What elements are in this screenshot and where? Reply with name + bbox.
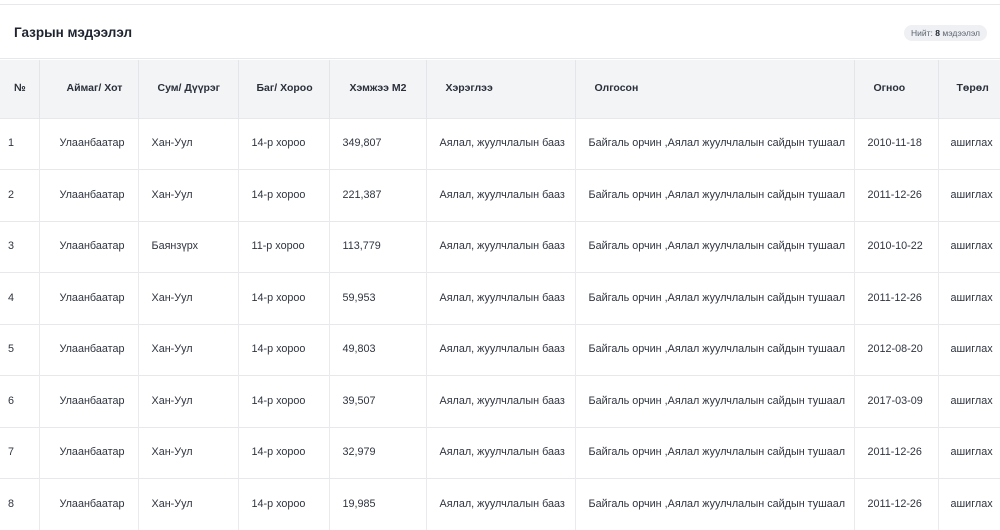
cell-province: Улаанбаатар: [39, 118, 138, 170]
cell-khoroo: 14-р хороо: [238, 376, 329, 428]
cell-khoroo: 14-р хороо: [238, 118, 329, 170]
record-count-badge: Нийт: 8 мэдээлэл: [904, 25, 987, 41]
cell-district: Хан-Уул: [138, 376, 238, 428]
cell-area: 113,779: [329, 221, 426, 273]
cell-granted-by: Байгаль орчин ,Аялал жуулчлалын сайдын т…: [575, 170, 854, 222]
cell-type: ашиглах: [938, 376, 1000, 428]
cell-area: 59,953: [329, 273, 426, 325]
column-header-number[interactable]: №: [0, 60, 39, 118]
cell-type: ашиглах: [938, 170, 1000, 222]
cell-usage: Аялал, жуулчлалын бааз: [426, 324, 575, 376]
cell-area: 32,979: [329, 427, 426, 479]
panel-header: Газрын мэдээлэл Нийт: 8 мэдээлэл: [0, 5, 1000, 59]
cell-khoroo: 14-р хороо: [238, 273, 329, 325]
cell-number: 5: [0, 324, 39, 376]
cell-usage: Аялал, жуулчлалын бааз: [426, 479, 575, 530]
table-row[interactable]: 4УлаанбаатарХан-Уул14-р хороо59,953Аялал…: [0, 273, 1000, 325]
cell-granted-by: Байгаль орчин ,Аялал жуулчлалын сайдын т…: [575, 376, 854, 428]
cell-date: 2011-12-26: [854, 479, 938, 530]
cell-number: 4: [0, 273, 39, 325]
cell-date: 2010-10-22: [854, 221, 938, 273]
cell-type: ашиглах: [938, 273, 1000, 325]
cell-district: Хан-Уул: [138, 427, 238, 479]
cell-number: 7: [0, 427, 39, 479]
cell-province: Улаанбаатар: [39, 273, 138, 325]
cell-province: Улаанбаатар: [39, 170, 138, 222]
cell-khoroo: 14-р хороо: [238, 479, 329, 530]
cell-number: 8: [0, 479, 39, 530]
cell-province: Улаанбаатар: [39, 376, 138, 428]
cell-type: ашиглах: [938, 479, 1000, 530]
cell-number: 1: [0, 118, 39, 170]
cell-granted-by: Байгаль орчин ,Аялал жуулчлалын сайдын т…: [575, 118, 854, 170]
cell-type: ашиглах: [938, 324, 1000, 376]
column-header-province[interactable]: Аймаг/ Хот: [39, 60, 138, 118]
cell-granted-by: Байгаль орчин ,Аялал жуулчлалын сайдын т…: [575, 273, 854, 325]
cell-khoroo: 11-р хороо: [238, 221, 329, 273]
cell-khoroo: 14-р хороо: [238, 427, 329, 479]
column-header-date[interactable]: Огноо: [854, 60, 938, 118]
cell-date: 2010-11-18: [854, 118, 938, 170]
cell-district: Хан-Уул: [138, 170, 238, 222]
cell-type: ашиглах: [938, 221, 1000, 273]
table-header-row: № Аймаг/ Хот Сум/ Дүүрэг Баг/ Хороо Хэмж…: [0, 60, 1000, 118]
cell-usage: Аялал, жуулчлалын бааз: [426, 221, 575, 273]
table-body: 1УлаанбаатарХан-Уул14-р хороо349,807Аяла…: [0, 118, 1000, 530]
column-header-khoroo[interactable]: Баг/ Хороо: [238, 60, 329, 118]
column-header-granted-by[interactable]: Олгосон: [575, 60, 854, 118]
cell-date: 2012-08-20: [854, 324, 938, 376]
cell-usage: Аялал, жуулчлалын бааз: [426, 170, 575, 222]
panel-title: Газрын мэдээлэл: [14, 25, 132, 40]
column-header-type[interactable]: Төрөл: [938, 60, 1000, 118]
table-row[interactable]: 5УлаанбаатарХан-Уул14-р хороо49,803Аялал…: [0, 324, 1000, 376]
cell-granted-by: Байгаль орчин ,Аялал жуулчлалын сайдын т…: [575, 427, 854, 479]
cell-province: Улаанбаатар: [39, 427, 138, 479]
cell-usage: Аялал, жуулчлалын бааз: [426, 118, 575, 170]
cell-usage: Аялал, жуулчлалын бааз: [426, 273, 575, 325]
cell-district: Хан-Уул: [138, 118, 238, 170]
table-row[interactable]: 7УлаанбаатарХан-Уул14-р хороо32,979Аялал…: [0, 427, 1000, 479]
cell-date: 2011-12-26: [854, 273, 938, 325]
column-header-area[interactable]: Хэмжээ М2: [329, 60, 426, 118]
cell-district: Хан-Уул: [138, 479, 238, 530]
cell-province: Улаанбаатар: [39, 324, 138, 376]
table-row[interactable]: 2УлаанбаатарХан-Уул14-р хороо221,387Аяла…: [0, 170, 1000, 222]
count-label: Нийт:: [911, 28, 933, 38]
table-row[interactable]: 8УлаанбаатарХан-Уул14-р хороо19,985Аялал…: [0, 479, 1000, 530]
cell-district: Хан-Уул: [138, 273, 238, 325]
cell-usage: Аялал, жуулчлалын бааз: [426, 376, 575, 428]
table-row[interactable]: 6УлаанбаатарХан-Уул14-р хороо39,507Аялал…: [0, 376, 1000, 428]
cell-area: 49,803: [329, 324, 426, 376]
land-info-panel: Газрын мэдээлэл Нийт: 8 мэдээлэл № Аймаг…: [0, 4, 1000, 525]
land-info-table: № Аймаг/ Хот Сум/ Дүүрэг Баг/ Хороо Хэмж…: [0, 60, 1000, 530]
table-row[interactable]: 3УлаанбаатарБаянзүрх11-р хороо113,779Аял…: [0, 221, 1000, 273]
column-header-usage[interactable]: Хэрэглээ: [426, 60, 575, 118]
cell-district: Баянзүрх: [138, 221, 238, 273]
cell-granted-by: Байгаль орчин ,Аялал жуулчлалын сайдын т…: [575, 324, 854, 376]
cell-date: 2011-12-26: [854, 427, 938, 479]
cell-number: 2: [0, 170, 39, 222]
cell-date: 2011-12-26: [854, 170, 938, 222]
cell-number: 3: [0, 221, 39, 273]
count-value: 8: [935, 28, 940, 38]
column-header-district[interactable]: Сум/ Дүүрэг: [138, 60, 238, 118]
cell-type: ашиглах: [938, 118, 1000, 170]
cell-province: Улаанбаатар: [39, 479, 138, 530]
cell-province: Улаанбаатар: [39, 221, 138, 273]
cell-granted-by: Байгаль орчин ,Аялал жуулчлалын сайдын т…: [575, 479, 854, 530]
count-unit: мэдээлэл: [942, 28, 980, 38]
cell-area: 349,807: [329, 118, 426, 170]
cell-area: 221,387: [329, 170, 426, 222]
cell-type: ашиглах: [938, 427, 1000, 479]
cell-area: 39,507: [329, 376, 426, 428]
cell-usage: Аялал, жуулчлалын бааз: [426, 427, 575, 479]
table-row[interactable]: 1УлаанбаатарХан-Уул14-р хороо349,807Аяла…: [0, 118, 1000, 170]
cell-granted-by: Байгаль орчин ,Аялал жуулчлалын сайдын т…: [575, 221, 854, 273]
cell-number: 6: [0, 376, 39, 428]
cell-district: Хан-Уул: [138, 324, 238, 376]
cell-khoroo: 14-р хороо: [238, 170, 329, 222]
cell-area: 19,985: [329, 479, 426, 530]
cell-khoroo: 14-р хороо: [238, 324, 329, 376]
cell-date: 2017-03-09: [854, 376, 938, 428]
